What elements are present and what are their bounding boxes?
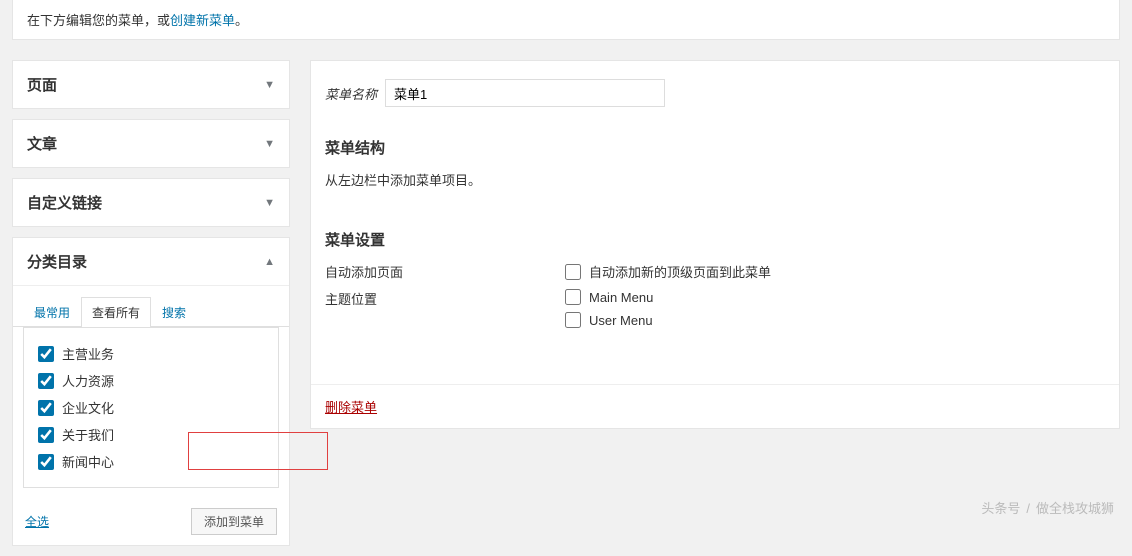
menu-footer: 删除菜单	[311, 384, 1119, 428]
custom-links-panel-title: 自定义链接	[27, 192, 102, 213]
categories-panel-header[interactable]: 分类目录 ▲	[13, 238, 289, 286]
categories-panel-title: 分类目录	[27, 251, 87, 272]
posts-panel: 文章 ▼	[12, 119, 290, 168]
category-label: 新闻中心	[62, 452, 114, 471]
category-checkbox[interactable]	[38, 346, 54, 362]
delete-menu-link[interactable]: 删除菜单	[325, 400, 377, 415]
list-item[interactable]: 新闻中心	[38, 448, 264, 475]
intro-suffix: 。	[235, 13, 248, 28]
category-label: 人力资源	[62, 371, 114, 390]
posts-panel-header[interactable]: 文章 ▼	[13, 120, 289, 167]
pages-panel-title: 页面	[27, 74, 57, 95]
category-label: 企业文化	[62, 398, 114, 417]
tab-search[interactable]: 搜索	[151, 297, 197, 327]
custom-links-panel-header[interactable]: 自定义链接 ▼	[13, 179, 289, 226]
menu-name-label: 菜单名称	[325, 84, 377, 103]
pages-panel: 页面 ▼	[12, 60, 290, 109]
category-list: 主营业务 人力资源 企业文化 关于我们 新闻中心	[23, 327, 279, 488]
tab-frequent[interactable]: 最常用	[23, 297, 81, 327]
watermark-a: 头条号	[981, 501, 1020, 516]
left-sidebar: 页面 ▼ 文章 ▼ 自定义链接 ▼ 分类目录 ▲ 最常用 查看所有	[12, 60, 290, 556]
auto-add-option[interactable]: 自动添加新的顶级页面到此菜单	[565, 262, 771, 281]
auto-add-row: 自动添加页面 自动添加新的顶级页面到此菜单	[325, 262, 1105, 281]
category-checkbox[interactable]	[38, 454, 54, 470]
location-label: Main Menu	[589, 290, 653, 305]
categories-panel: 分类目录 ▲ 最常用 查看所有 搜索 主营业务 人力资源 企业文化 关于我们 新…	[12, 237, 290, 546]
auto-add-checkbox[interactable]	[565, 264, 581, 280]
category-tabs: 最常用 查看所有 搜索	[13, 286, 289, 327]
custom-links-panel: 自定义链接 ▼	[12, 178, 290, 227]
menu-structure-title: 菜单结构	[325, 137, 1105, 158]
chevron-down-icon: ▼	[264, 138, 275, 150]
category-label: 关于我们	[62, 425, 114, 444]
list-item[interactable]: 企业文化	[38, 394, 264, 421]
theme-location-label: 主题位置	[325, 289, 565, 328]
chevron-down-icon: ▼	[264, 197, 275, 209]
posts-panel-title: 文章	[27, 133, 57, 154]
list-item[interactable]: 关于我们	[38, 421, 264, 448]
chevron-up-icon: ▲	[264, 256, 275, 268]
location-user-menu[interactable]: User Menu	[565, 312, 653, 328]
category-label: 主营业务	[62, 344, 114, 363]
auto-add-label: 自动添加页面	[325, 262, 565, 281]
add-to-menu-button[interactable]: 添加到菜单	[191, 508, 277, 535]
intro-bar: 在下方编辑您的菜单，或创建新菜单。	[12, 0, 1120, 40]
select-all-link[interactable]: 全选	[25, 513, 49, 530]
create-menu-link[interactable]: 创建新菜单	[170, 13, 235, 28]
menu-editor: 菜单名称 菜单结构 从左边栏中添加菜单项目。 菜单设置 自动添加页面 自动添加新…	[310, 60, 1120, 556]
theme-location-row: 主题位置 Main Menu User Menu	[325, 289, 1105, 328]
menu-settings-title: 菜单设置	[325, 229, 1105, 250]
tab-view-all[interactable]: 查看所有	[81, 297, 151, 327]
menu-header: 菜单名称	[311, 61, 1119, 125]
auto-add-option-label: 自动添加新的顶级页面到此菜单	[589, 262, 771, 281]
watermark-b: 做全栈攻城狮	[1036, 501, 1114, 516]
location-main-menu[interactable]: Main Menu	[565, 289, 653, 305]
list-item[interactable]: 人力资源	[38, 367, 264, 394]
categories-panel-footer: 全选 添加到菜单	[13, 498, 289, 545]
watermark: 头条号 / 做全栈攻城狮	[981, 498, 1114, 517]
category-checkbox[interactable]	[38, 373, 54, 389]
menu-name-input[interactable]	[385, 79, 665, 107]
list-item[interactable]: 主营业务	[38, 340, 264, 367]
chevron-down-icon: ▼	[264, 79, 275, 91]
location-label: User Menu	[589, 313, 653, 328]
pages-panel-header[interactable]: 页面 ▼	[13, 61, 289, 108]
category-checkbox[interactable]	[38, 427, 54, 443]
separator: /	[1026, 501, 1030, 516]
menu-structure-hint: 从左边栏中添加菜单项目。	[325, 170, 1105, 189]
location-checkbox[interactable]	[565, 289, 581, 305]
category-checkbox[interactable]	[38, 400, 54, 416]
intro-prefix: 在下方编辑您的菜单，或	[27, 13, 170, 28]
location-checkbox[interactable]	[565, 312, 581, 328]
